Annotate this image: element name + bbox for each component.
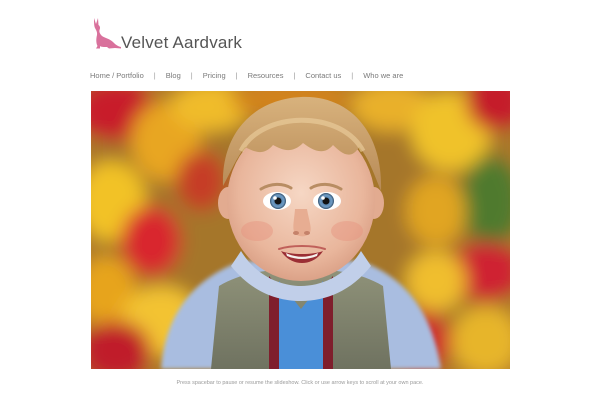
nav-separator: | [293,70,296,80]
nav-item-who-we-are[interactable]: Who we are [363,71,403,80]
nav-item-resources[interactable]: Resources [248,71,284,80]
brand-name: Velvet Aardvark [121,33,243,52]
nav-item-contact-us[interactable]: Contact us [305,71,341,80]
nav-item-home-portfolio[interactable]: Home / Portfolio [90,71,144,80]
nav-separator: | [153,70,156,80]
slideshow-caption: Press spacebar to pause or resume the sl… [176,380,424,386]
kangaroo-icon [94,18,121,49]
nav-separator: | [235,70,238,80]
nav-item-pricing[interactable]: Pricing [203,71,226,80]
logo-link[interactable]: Velvet Aardvark [90,16,250,52]
nav-separator: | [351,70,354,80]
nav-separator: | [190,70,193,80]
slideshow-image[interactable] [91,91,510,369]
main-nav: Home / Portfolio | Blog | Pricing | Reso… [90,69,403,81]
child-portrait-photo [91,91,510,369]
nav-item-blog[interactable]: Blog [166,71,181,80]
